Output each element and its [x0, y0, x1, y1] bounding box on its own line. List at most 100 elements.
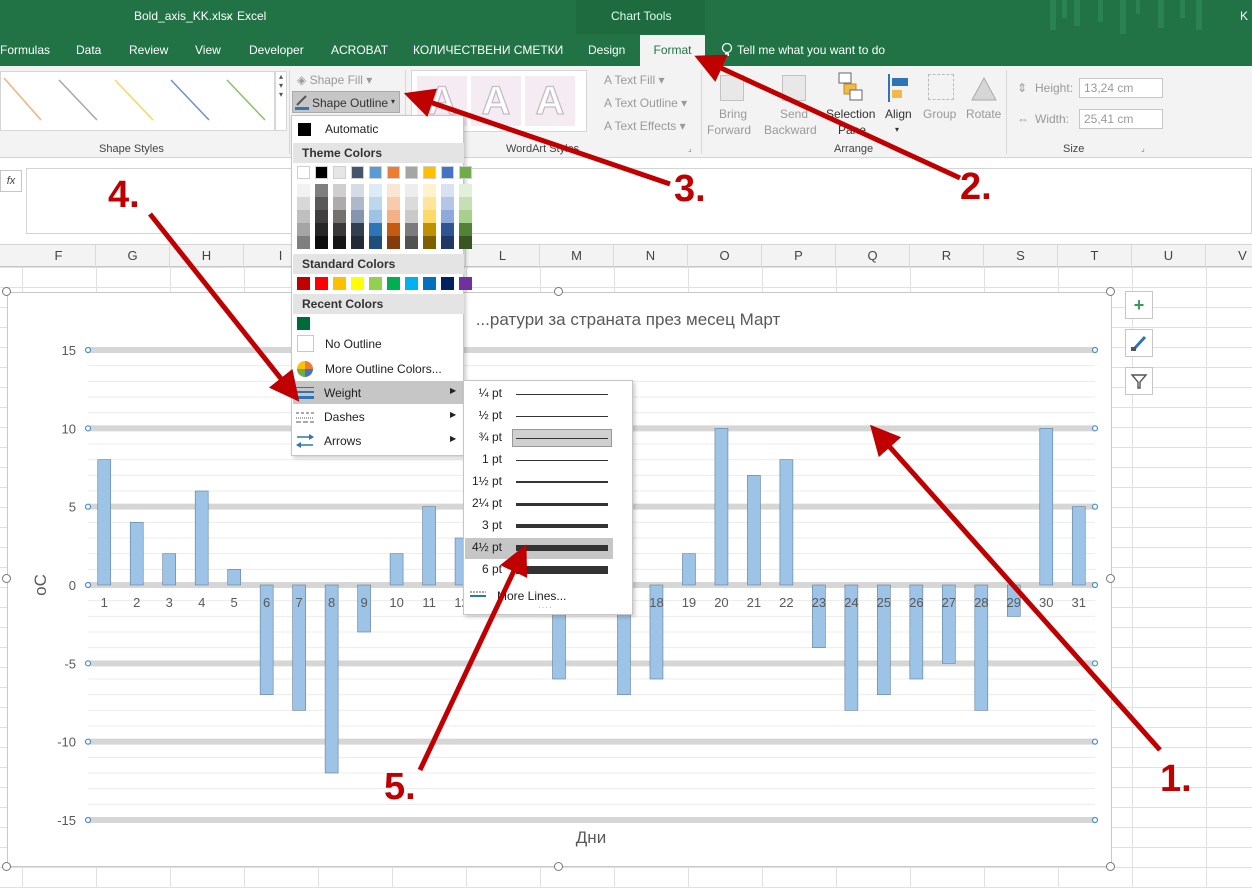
weight-option-label[interactable]: ½ pt [462, 408, 502, 422]
theme-shade-swatch[interactable] [315, 210, 328, 223]
theme-shade-swatch[interactable] [459, 210, 472, 223]
tab-design[interactable]: Design [588, 43, 625, 57]
theme-shade-swatch[interactable] [423, 210, 436, 223]
menu-item-weight-highlight[interactable] [293, 381, 463, 404]
theme-color-swatch[interactable] [387, 166, 400, 179]
theme-color-swatch[interactable] [351, 166, 364, 179]
gridline-handle[interactable] [1091, 816, 1099, 824]
gridline-handle[interactable] [84, 581, 92, 589]
theme-color-swatch[interactable] [441, 166, 454, 179]
gridline-handle[interactable] [1091, 503, 1099, 510]
theme-shade-swatch[interactable] [459, 184, 472, 197]
wordart-style-3[interactable]: A [525, 76, 575, 126]
theme-shade-swatch[interactable] [405, 236, 418, 249]
selection-pane-label-1[interactable]: Selection [826, 107, 875, 121]
bar[interactable] [422, 506, 436, 586]
wordart-style-2[interactable]: A [471, 76, 521, 126]
theme-shade-swatch[interactable] [387, 236, 400, 249]
gridline-handle[interactable] [84, 738, 92, 745]
theme-shade-swatch[interactable] [333, 197, 346, 210]
weight-option-label[interactable]: 1 pt [462, 452, 502, 466]
weight-option-line[interactable] [516, 566, 608, 574]
formula-input[interactable] [26, 168, 1252, 234]
gridline-handle[interactable] [1091, 581, 1099, 589]
theme-shade-swatch[interactable] [369, 197, 382, 210]
theme-shade-swatch[interactable] [333, 236, 346, 249]
theme-shade-swatch[interactable] [351, 197, 364, 210]
bring-forward-label-1[interactable]: Bring [719, 107, 747, 121]
gridline-handle[interactable] [1091, 346, 1099, 354]
text-effects-button[interactable]: A Text Effects ▾ [604, 119, 686, 133]
theme-shade-swatch[interactable] [423, 184, 436, 197]
standard-color-swatch[interactable] [423, 277, 436, 290]
standard-color-swatch[interactable] [315, 277, 328, 290]
shape-style-gallery[interactable] [0, 71, 275, 131]
weight-option-line[interactable] [516, 394, 608, 395]
menu-item-more-lines[interactable]: More Lines... [497, 589, 566, 603]
theme-shade-swatch[interactable] [405, 197, 418, 210]
rotate-button[interactable]: Rotate [966, 107, 1001, 121]
theme-shade-swatch[interactable] [441, 223, 454, 236]
column-header-u[interactable]: U [1132, 245, 1206, 267]
bar[interactable] [714, 428, 729, 586]
gallery-scroll[interactable]: ▴ ▾ ▾ [275, 71, 287, 131]
theme-shade-swatch[interactable] [315, 223, 328, 236]
theme-color-swatch[interactable] [459, 166, 472, 179]
chart-elements-button[interactable]: + [1125, 291, 1153, 319]
theme-shade-swatch[interactable] [387, 197, 400, 210]
bar[interactable] [1039, 428, 1054, 586]
theme-shade-swatch[interactable] [423, 223, 436, 236]
tell-me-search[interactable]: Tell me what you want to do [737, 43, 885, 57]
column-header-p[interactable]: P [762, 245, 836, 267]
recent-color-swatch[interactable] [297, 317, 310, 330]
theme-shade-swatch[interactable] [459, 197, 472, 210]
menu-item-no-outline[interactable]: No Outline [325, 337, 382, 351]
theme-shade-swatch[interactable] [387, 223, 400, 236]
weight-option-line[interactable] [516, 524, 608, 528]
bar[interactable] [324, 584, 339, 774]
theme-shade-swatch[interactable] [297, 223, 310, 236]
bar[interactable] [779, 459, 794, 586]
theme-shade-swatch[interactable] [351, 210, 364, 223]
weight-option-label[interactable]: 2¼ pt [462, 496, 502, 510]
weight-option-line[interactable] [516, 545, 608, 551]
column-header-g[interactable]: G [96, 245, 170, 267]
tab-formulas[interactable]: Formulas [0, 43, 50, 57]
standard-color-swatch[interactable] [297, 277, 310, 290]
standard-color-swatch[interactable] [333, 277, 346, 290]
theme-shade-swatch[interactable] [369, 210, 382, 223]
bar[interactable] [227, 569, 241, 586]
send-backward-label-1[interactable]: Send [780, 107, 808, 121]
tab-data[interactable]: Data [76, 43, 101, 57]
menu-item-arrows[interactable]: Arrows [324, 434, 361, 448]
theme-shade-swatch[interactable] [405, 223, 418, 236]
bar[interactable] [162, 553, 177, 586]
menu-item-more-colors[interactable]: More Outline Colors... [325, 362, 442, 376]
y-axis-title[interactable]: oC [31, 574, 50, 596]
resize-grip[interactable]: ···· [538, 603, 553, 612]
theme-shade-swatch[interactable] [405, 184, 418, 197]
theme-shade-swatch[interactable] [315, 236, 328, 249]
resize-handle[interactable] [2, 287, 11, 296]
resize-handle[interactable] [1106, 287, 1115, 296]
theme-shade-swatch[interactable] [351, 223, 364, 236]
weight-option-label[interactable]: 6 pt [462, 562, 502, 576]
resize-handle[interactable] [554, 862, 563, 871]
column-header-s[interactable]: S [984, 245, 1058, 267]
standard-color-swatch[interactable] [369, 277, 382, 290]
dialog-launcher-icon[interactable]: ⌟ [1141, 144, 1145, 153]
theme-shade-swatch[interactable] [441, 197, 454, 210]
resize-handle[interactable] [1106, 862, 1115, 871]
dialog-launcher-icon[interactable]: ⌟ [688, 144, 692, 153]
theme-shade-swatch[interactable] [315, 184, 328, 197]
resize-handle[interactable] [554, 287, 563, 296]
theme-shade-swatch[interactable] [297, 197, 310, 210]
menu-item-dashes[interactable]: Dashes [324, 410, 365, 424]
text-fill-button[interactable]: A Text Fill ▾ [604, 73, 665, 87]
theme-shade-swatch[interactable] [441, 184, 454, 197]
standard-color-swatch[interactable] [405, 277, 418, 290]
theme-shade-swatch[interactable] [297, 236, 310, 249]
weight-option-line[interactable] [516, 481, 608, 483]
theme-shade-swatch[interactable] [441, 210, 454, 223]
resize-handle[interactable] [1106, 574, 1115, 583]
